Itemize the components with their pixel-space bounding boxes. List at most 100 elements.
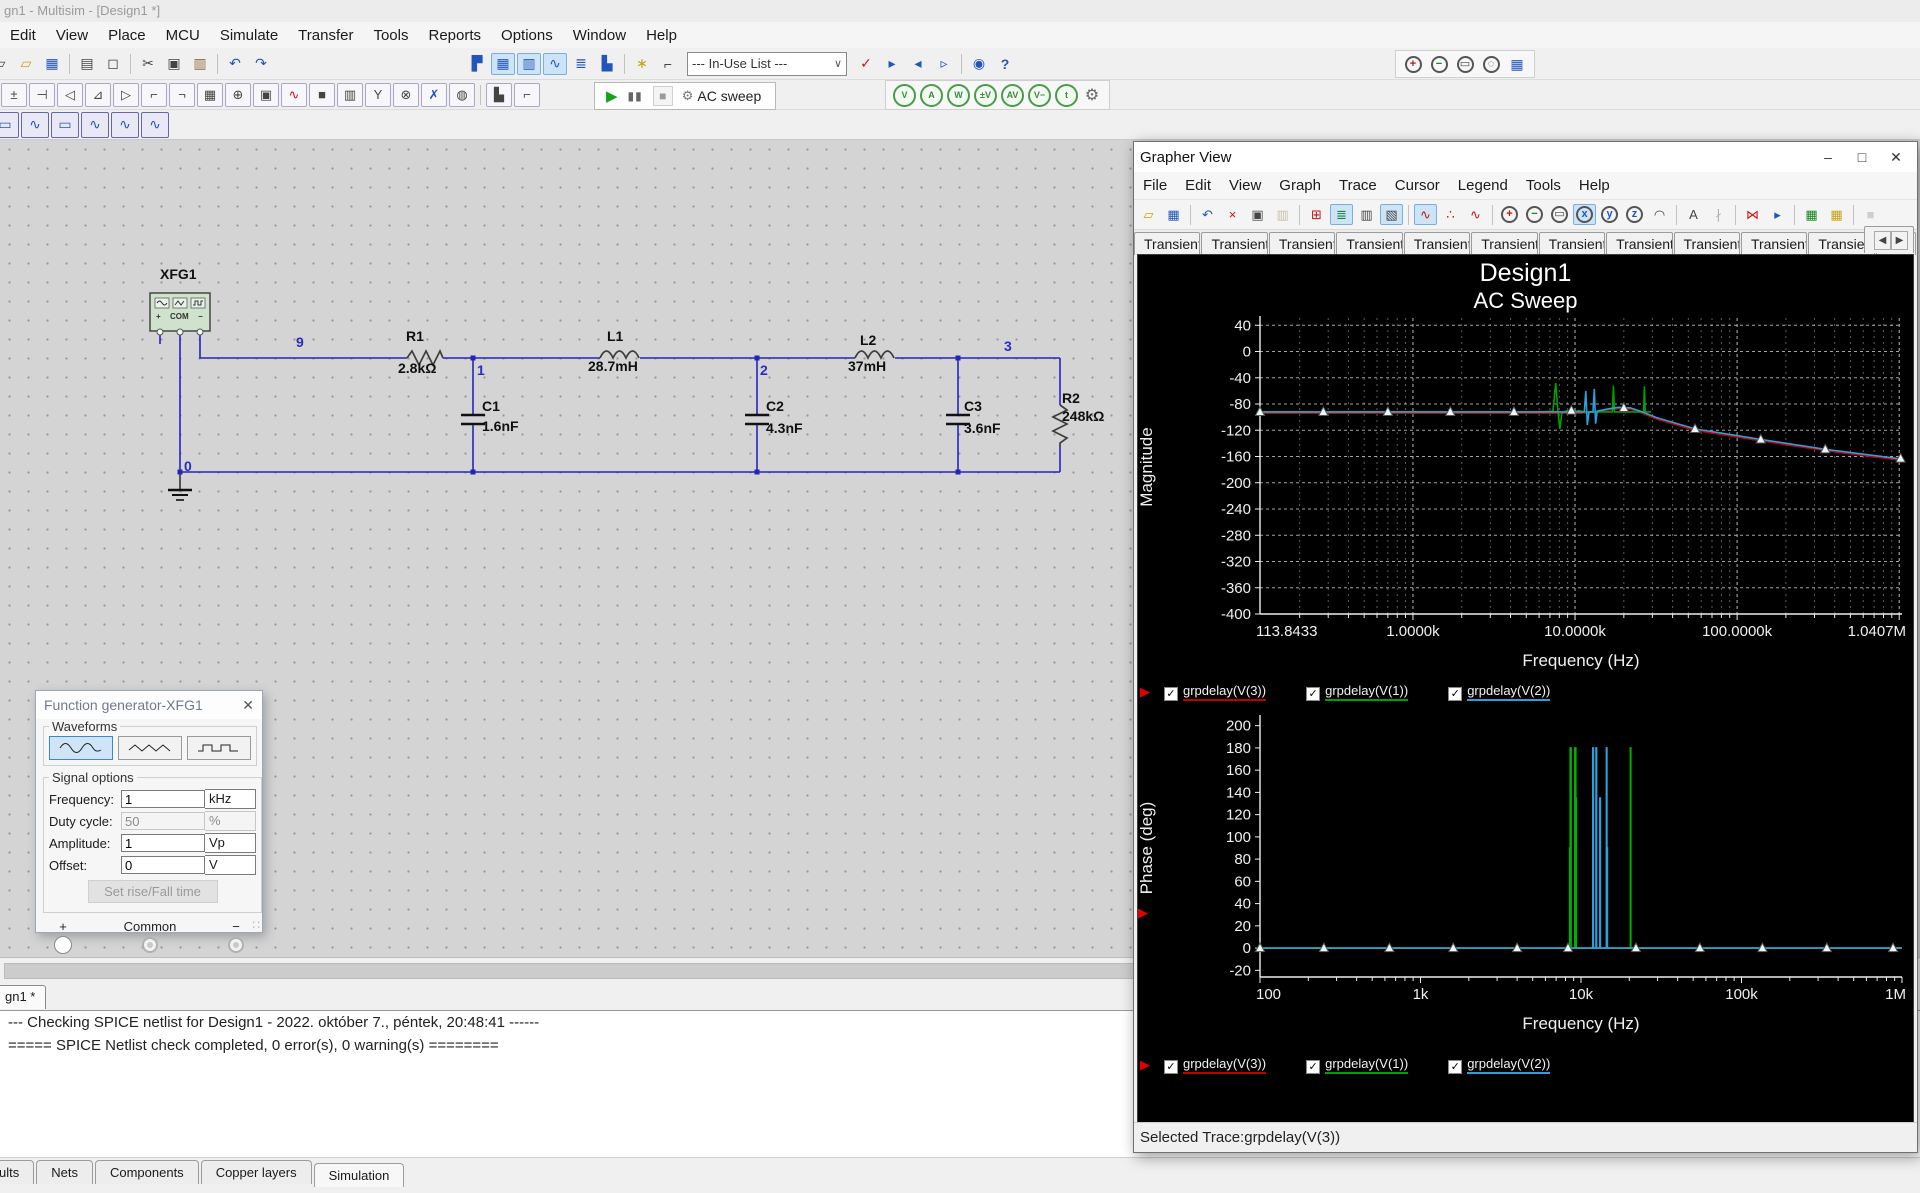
hierarchy-icon[interactable]: ▙ [595,53,619,75]
undo-icon[interactable]: ↶ [1196,204,1219,225]
preview-icon[interactable]: ◻ [101,53,125,75]
grapher-titlebar[interactable]: Grapher View – □ ✕ [1134,142,1917,172]
fg-row-unit[interactable]: Vp [205,833,256,853]
open-icon[interactable]: ▱ [14,53,38,75]
misc-digital-icon[interactable]: ▦ [197,82,223,107]
source-icon[interactable]: ± [1,82,27,107]
main-menu-item-0[interactable]: Edit [0,27,46,44]
ladder-icon[interactable]: ≣ [569,53,593,75]
magnitude-chart[interactable]: 40 0 -40 -80 -120 -160 -200 -240 -280 -320 -360 -40… [1138,314,1912,676]
ncs-icon[interactable]: ✗ [421,82,447,107]
fg-plus-terminal[interactable] [54,936,72,954]
legend-checkbox-icon[interactable]: ✓ [1306,686,1321,701]
pan-icon[interactable]: ◠ [1648,204,1671,225]
bottom-tab-3[interactable]: Copper layers [200,1160,312,1184]
diode-icon[interactable]: ◁ [57,82,83,107]
main-menu-item-4[interactable]: Simulate [210,27,288,44]
fg-dialog-titlebar[interactable]: Function generator-XFG1 ✕ [36,691,262,719]
probe-vdiff-icon[interactable]: ±V [974,83,997,107]
delete-icon[interactable]: × [1221,204,1244,225]
spreadsheet-icon[interactable]: ▦ [491,52,515,75]
grapher-menu-item-2[interactable]: View [1220,177,1270,194]
resize-grip-icon[interactable]: ∷ [252,918,260,932]
bottom-tab-4[interactable]: Simulation [313,1163,405,1187]
fg-row-unit[interactable]: V [205,855,256,875]
grapher-menu-item-3[interactable]: Graph [1270,177,1330,194]
stop-simulation-button[interactable]: ■ [652,86,673,106]
graph-icon[interactable]: ∿ [543,52,567,75]
black-white-icon[interactable]: ▧ [1380,204,1403,225]
legend-item[interactable]: ✓ grpdelay(V(3)) [1164,1057,1267,1074]
forward-annotate-icon[interactable]: ▸ [880,53,904,75]
open-icon[interactable]: ▱ [1137,204,1160,225]
maximize-icon[interactable]: □ [1847,145,1877,169]
probe-i-icon[interactable]: A [920,83,943,107]
power-icon[interactable]: ∿ [281,82,307,107]
probe-p-icon[interactable]: W [947,83,970,107]
copy-icon[interactable]: ▣ [1246,204,1269,225]
square-wave-button[interactable] [187,736,251,760]
help-icon[interactable]: ? [993,53,1017,75]
triangle-wave-button[interactable] [118,736,182,760]
zoom-area-icon[interactable]: ▭ [1453,53,1477,75]
legend-checkbox-icon[interactable]: ✓ [1448,686,1463,701]
trace-zigzag-icon[interactable]: ∿ [1464,204,1487,225]
overlay-icon[interactable]: ⋈ [1741,204,1764,225]
undo-icon[interactable]: ↶ [223,53,247,75]
legend-item[interactable]: ✓ grpdelay(V(2)) [1448,1057,1551,1074]
legend-checkbox-icon[interactable]: ✓ [1306,1059,1321,1074]
new-icon[interactable]: ▱ [0,53,12,75]
run-simulation-button[interactable]: ▶ [606,87,618,105]
legend-item[interactable]: ✓ grpdelay(V(1)) [1306,684,1409,701]
hierarchical-block-icon[interactable]: ▙ [486,82,512,107]
legend-item[interactable]: ✓ grpdelay(V(1)) [1306,1057,1409,1074]
zoom-xy-icon[interactable]: z [1623,204,1646,225]
indicator-icon[interactable]: ▣ [253,82,279,107]
sine-wave-button[interactable] [49,736,113,760]
phase-chart[interactable]: 200180160140120100806040200-20100 1k 10k 10… [1138,711,1912,1049]
zoom-x-icon[interactable]: x [1573,204,1596,225]
probe-settings-icon[interactable]: ⚙ [1082,86,1102,105]
main-menu-item-7[interactable]: Reports [419,27,492,44]
zoom-y-icon[interactable]: y [1598,204,1621,225]
rf-icon[interactable]: Y [365,82,391,107]
probe-clk-icon[interactable]: t [1055,83,1078,107]
wattmeter-icon[interactable]: ▭ [51,111,79,138]
mixed-icon[interactable]: ⊕ [225,82,251,107]
zoom-in-icon[interactable]: + [1498,204,1521,225]
text-icon[interactable]: A [1682,204,1705,225]
fg-row-input[interactable] [121,812,205,830]
cmos-icon[interactable]: ¬ [169,82,195,107]
misc-icon[interactable]: ■ [309,82,335,107]
grid-icon[interactable]: ⊞ [1305,204,1328,225]
grapher-menu-item-0[interactable]: File [1134,177,1176,194]
cut-icon[interactable]: ✂ [136,53,160,75]
in-use-list-dropdown[interactable]: --- In-Use List --- ∨ [687,51,847,76]
bus-icon[interactable]: ⌐ [514,82,540,107]
grapher-tab-7[interactable]: Transient [1606,232,1673,255]
active-analysis-label[interactable]: AC sweep [697,88,769,104]
transistor-icon[interactable]: ⊿ [85,82,111,107]
zoom-out-icon[interactable]: − [1427,53,1451,75]
grapher-tab-0[interactable]: Transient [1134,232,1201,255]
minimize-icon[interactable]: – [1813,145,1843,169]
grapher-tab-8[interactable]: Transient [1673,232,1740,255]
fg-row-input[interactable] [121,790,205,808]
grapher-tab-9[interactable]: Transient [1740,232,1808,255]
legend-icon[interactable]: ≣ [1330,204,1353,225]
main-menu-item-1[interactable]: View [46,27,98,44]
place-part-icon[interactable]: ∗ [630,53,654,75]
set-rise-fall-time-button[interactable]: Set rise/Fall time [87,880,218,903]
zoom-out-icon[interactable]: − [1523,204,1546,225]
legend-item[interactable]: ✓ grpdelay(V(3)) [1164,684,1267,701]
ttl-icon[interactable]: ⌐ [141,82,167,107]
grapher-menu-item-7[interactable]: Tools [1517,177,1570,194]
close-icon[interactable]: ✕ [1881,145,1911,169]
main-menu-item-5[interactable]: Transfer [288,27,363,44]
four-channel-scope-icon[interactable]: ∿ [111,111,139,138]
trace-dots-icon[interactable]: ∴ [1439,204,1462,225]
print-icon[interactable]: ▤ [75,53,99,75]
function-generator-dialog[interactable]: Function generator-XFG1 ✕ Waveforms Sign… [35,690,263,954]
fullscreen-icon[interactable]: ▦ [1505,53,1529,75]
legend-checkbox-icon[interactable]: ✓ [1164,686,1178,701]
